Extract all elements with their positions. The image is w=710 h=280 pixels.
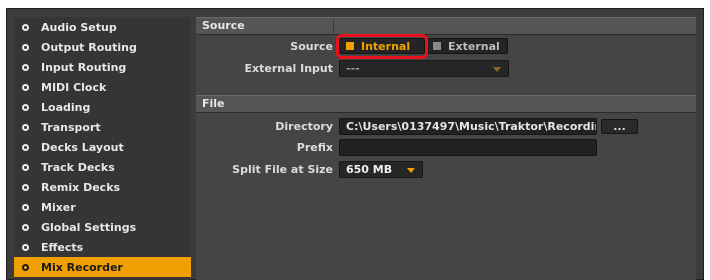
- sidebar-item-label: Global Settings: [41, 220, 137, 234]
- internal-button-label: Internal: [361, 39, 411, 53]
- prefix-field[interactable]: [339, 139, 597, 156]
- prefix-row: Prefix: [196, 139, 696, 157]
- external-input-row: External Input ---: [196, 60, 696, 78]
- sidebar-item-label: Input Routing: [41, 60, 127, 74]
- prefix-label: Prefix: [296, 141, 333, 154]
- chevron-down-icon: [493, 67, 501, 72]
- sidebar-item-input-routing[interactable]: Input Routing: [14, 57, 191, 77]
- file-section: File: [196, 95, 696, 113]
- bullet-icon: [22, 63, 29, 71]
- bullet-icon: [22, 203, 29, 211]
- chevron-down-icon: [407, 168, 415, 173]
- source-label: Source: [290, 40, 333, 53]
- sidebar-item-label: Effects: [41, 240, 84, 254]
- bullet-icon: [22, 83, 29, 91]
- browse-button[interactable]: ...: [601, 119, 638, 134]
- sidebar-item-decks-layout[interactable]: Decks Layout: [14, 137, 191, 157]
- sidebar-item-midi-clock[interactable]: MIDI Clock: [14, 77, 191, 97]
- selected-square-icon: [346, 42, 354, 50]
- sidebar-item-label: Decks Layout: [41, 140, 124, 154]
- file-section-title: File: [202, 97, 225, 110]
- source-section: Source: [196, 17, 696, 35]
- bullet-icon: [22, 123, 29, 131]
- sidebar-item-label: Loading: [41, 100, 91, 114]
- external-input-value: ---: [346, 62, 360, 75]
- sidebar-item-effects[interactable]: Effects: [14, 237, 191, 257]
- bullet-icon: [22, 103, 29, 111]
- sidebar-item-mixer[interactable]: Mixer: [14, 197, 191, 217]
- split-size-row: Split File at Size 650 MB: [196, 161, 696, 179]
- settings-panel: Source Source Internal External External…: [196, 17, 696, 280]
- bullet-icon: [22, 263, 29, 271]
- sidebar-item-label: Output Routing: [41, 40, 137, 54]
- sidebar-item-label: Mixer: [41, 200, 76, 214]
- bullet-icon: [22, 143, 29, 151]
- split-size-dropdown[interactable]: 650 MB: [339, 161, 423, 178]
- sidebar-item-label: MIDI Clock: [41, 80, 107, 94]
- sidebar-item-output-routing[interactable]: Output Routing: [14, 37, 191, 57]
- sidebar-item-remix-decks[interactable]: Remix Decks: [14, 177, 191, 197]
- split-size-value: 650 MB: [346, 163, 393, 176]
- external-button[interactable]: External: [426, 38, 508, 54]
- bullet-icon: [22, 223, 29, 231]
- sidebar-item-track-decks[interactable]: Track Decks: [14, 157, 191, 177]
- sidebar-item-mix-recorder[interactable]: Mix Recorder: [14, 257, 191, 277]
- external-input-dropdown[interactable]: ---: [339, 60, 509, 77]
- sidebar-item-label: Track Decks: [41, 160, 115, 174]
- unselected-square-icon: [433, 42, 441, 50]
- sidebar-item-label: Audio Setup: [41, 20, 117, 34]
- bullet-icon: [22, 183, 29, 191]
- source-section-header: Source: [196, 17, 696, 35]
- internal-button[interactable]: Internal: [339, 38, 425, 54]
- bullet-icon: [22, 243, 29, 251]
- sidebar-item-audio-setup[interactable]: Audio Setup: [14, 17, 191, 37]
- preferences-sidebar: Audio Setup Output Routing Input Routing…: [14, 17, 191, 280]
- sidebar-item-label: Remix Decks: [41, 180, 121, 194]
- sidebar-item-transport[interactable]: Transport: [14, 117, 191, 137]
- bullet-icon: [22, 43, 29, 51]
- file-section-header: File: [196, 95, 696, 113]
- sidebar-item-global-settings[interactable]: Global Settings: [14, 217, 191, 237]
- bullet-icon: [22, 23, 29, 31]
- external-input-label: External Input: [244, 62, 334, 75]
- directory-value: C:\Users\0137497\Music\Traktor\Recordin: [346, 120, 597, 133]
- sidebar-item-label: Transport: [41, 120, 101, 134]
- sidebar-item-loading[interactable]: Loading: [14, 97, 191, 117]
- source-row: Source Internal External: [196, 38, 696, 56]
- bullet-icon: [22, 163, 29, 171]
- directory-label: Directory: [275, 120, 333, 133]
- directory-row: Directory C:\Users\0137497\Music\Traktor…: [196, 118, 696, 136]
- source-section-title: Source: [202, 19, 245, 32]
- browse-button-label: ...: [613, 120, 626, 133]
- header-divider: [333, 18, 334, 34]
- directory-field[interactable]: C:\Users\0137497\Music\Traktor\Recordin: [339, 118, 597, 135]
- external-button-label: External: [448, 39, 500, 53]
- sidebar-item-label: Mix Recorder: [41, 260, 123, 274]
- split-size-label: Split File at Size: [232, 163, 333, 176]
